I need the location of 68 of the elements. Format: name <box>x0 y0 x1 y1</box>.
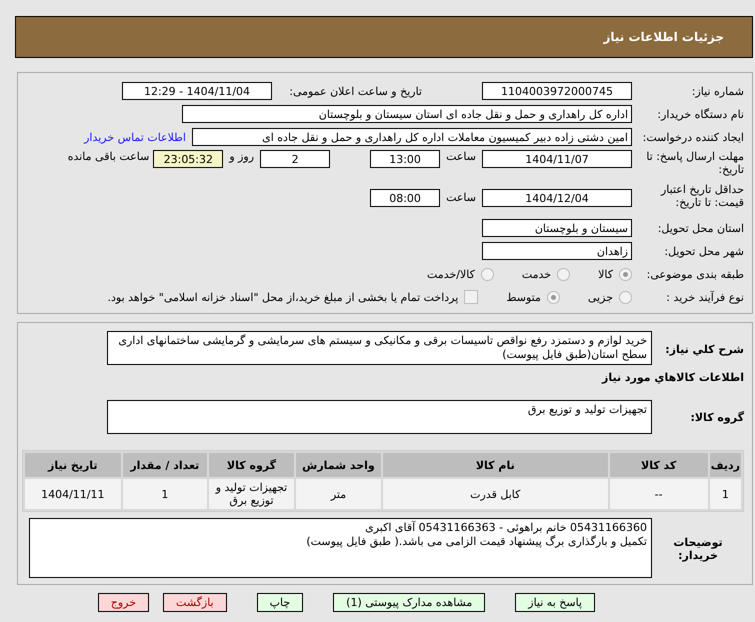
contact-link[interactable]: اطلاعات تماس خریدار <box>84 130 186 144</box>
field-label: گروه کالا: <box>689 410 744 424</box>
province-field[interactable]: سیستان و بلوچستان <box>482 219 632 237</box>
action-button[interactable]: چاپ <box>256 593 304 612</box>
column-header: گروه کالا <box>209 453 294 477</box>
table-cell: -- <box>610 479 708 509</box>
action-button[interactable]: پاسخ به نیاز <box>515 593 595 612</box>
radio-button[interactable] <box>619 268 632 280</box>
action-button[interactable]: بازگشت <box>163 593 227 612</box>
radio-button[interactable] <box>480 268 494 280</box>
field-label: توضیحات خریدار: <box>672 536 724 562</box>
field-label: شرح کلي نياز: <box>664 343 744 356</box>
notes-line: 05431166360 خانم براهوئی - 05431166363 آقای اکبری <box>364 521 647 535</box>
option-label: کالا/خدمت <box>427 268 475 280</box>
option-label: خدمت <box>522 268 552 280</box>
days-field[interactable]: 2 <box>260 150 330 168</box>
field-label: ساعت باقی مانده <box>68 150 150 163</box>
column-header: ردیف <box>710 453 741 477</box>
radio-button[interactable] <box>546 290 560 304</box>
creator-field[interactable]: امین دشتی زاده دبیر کمیسیون معاملات اداره کل راهداری و حمل و نقل جاده ای <box>192 128 632 146</box>
action-button[interactable]: مشاهده مدارک پیوستی (1) <box>333 593 486 612</box>
field-label: طبقه بندی موضوعی: <box>646 268 744 280</box>
option-label: متوسط <box>506 290 541 304</box>
description-field[interactable]: خرید لوازم و دستمزد رفع نواقص تاسیسات برقی و مکانیکی و سیستم های سرمایشی و گرمایشی ساختمانهای اداری سطح استان(طبق فایل پیوست) <box>107 331 652 365</box>
table-cell: 1 <box>710 479 741 509</box>
action-button[interactable]: خروج <box>98 593 150 612</box>
column-header: واحد شمارش <box>296 453 381 477</box>
field-label: نوع فرآیند خرید : <box>665 290 744 304</box>
option-label: کالا <box>598 268 613 280</box>
table-cell: متر <box>296 479 381 509</box>
field-label: نام دستگاه خریدار: <box>656 108 744 120</box>
checkbox[interactable] <box>464 290 478 304</box>
remaining-time-field: 23:05:32 <box>153 150 224 168</box>
goods-group-field[interactable]: تجهیزات تولید و توزیع برق <box>107 400 652 434</box>
field-label: شهر محل تحویل: <box>663 244 744 258</box>
notes-line: تکمیل و بارگذاری برگ پیشنهاد قیمت الزامی می باشد.( طبق فایل پیوست) <box>305 535 647 549</box>
option-label: جزیی <box>588 290 613 304</box>
page-header: جزئیات اطلاعات نیاز <box>15 16 753 58</box>
field-label: روز و <box>229 150 254 163</box>
validity-date-field[interactable]: 1404/12/04 <box>482 189 632 207</box>
option-label: پرداخت تمام یا بخشی از مبلغ خرید،از محل "اسناد خزانه اسلامی" خواهد بود. <box>108 290 458 304</box>
need-number-field[interactable]: 1104003972000745 <box>482 82 632 100</box>
buyer-notes-field[interactable]: 05431166360 خانم براهوئی - 05431166363 آقای اکبری تکمیل و بارگذاری برگ پیشنهاد قیمت الزامی می باشد.( طبق فایل پیوست) <box>29 518 652 578</box>
field-label: مهلت ارسال پاسخ: تا تاریخ: <box>645 150 744 176</box>
table-cell: کابل قدرت <box>383 479 608 509</box>
radio-button[interactable] <box>557 268 570 280</box>
field-label: ایجاد کننده درخواست: <box>642 130 744 144</box>
deadline-date-field[interactable]: 1404/11/07 <box>482 150 632 168</box>
column-header: تعداد / مقدار <box>122 453 208 477</box>
announce-date-field[interactable]: 1404/11/04 - 12:29 <box>122 82 272 100</box>
city-field[interactable]: زاهدان <box>482 242 632 260</box>
validity-time-field[interactable]: 08:00 <box>370 189 440 207</box>
section-title: اطلاعات کالاهاي مورد نياز <box>600 371 744 384</box>
column-header: تاریخ نیاز <box>25 453 121 477</box>
table-cell: 1 <box>122 479 208 509</box>
column-header: نام کالا <box>383 453 608 477</box>
table-cell: 1404/11/11 <box>25 479 121 509</box>
field-label: ساعت <box>446 150 476 163</box>
field-label: حداقل تاریخ اعتبار قیمت: تا تاریخ: <box>660 183 744 209</box>
field-label: تاریخ و ساعت اعلان عمومی: <box>288 84 422 98</box>
table-cell: تجهیزات تولید و توزیع برق <box>209 479 294 509</box>
column-header: کد کالا <box>610 453 708 477</box>
deadline-time-field[interactable]: 13:00 <box>370 150 440 168</box>
radio-button[interactable] <box>619 290 632 304</box>
field-label: ساعت <box>446 191 476 204</box>
field-label: شماره نیاز: <box>690 84 744 98</box>
field-label: استان محل تحویل: <box>656 222 744 234</box>
buyer-field[interactable]: اداره کل راهداری و حمل و نقل جاده ای استان سیستان و بلوچستان <box>182 105 632 123</box>
